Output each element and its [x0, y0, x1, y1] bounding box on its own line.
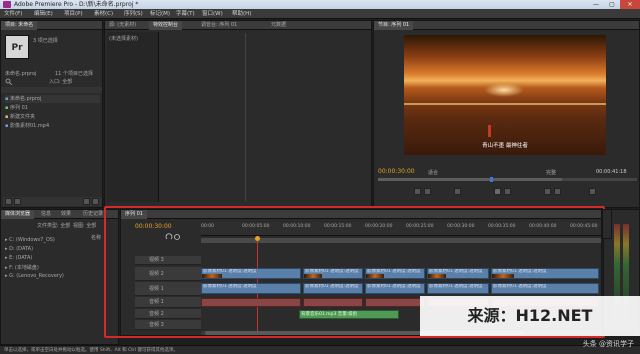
- trash-icon[interactable]: [92, 198, 99, 205]
- playback-quality-select[interactable]: 完整: [546, 169, 556, 176]
- horizon-glow: [404, 103, 606, 105]
- selection-info: 3 项已选择: [33, 38, 58, 44]
- window-title: Adobe Premiere Pro - D:\新\未命名.prproj *: [14, 1, 139, 8]
- maximize-button[interactable]: ▢: [604, 0, 620, 9]
- menu-file[interactable]: 文件(F): [4, 9, 22, 19]
- project-item-label: 序列 01: [9, 105, 28, 111]
- menu-window[interactable]: 窗口(W): [202, 9, 223, 19]
- lift-icon[interactable]: [544, 188, 551, 195]
- drive-item[interactable]: ▸ F: (本地磁盘): [5, 264, 39, 271]
- program-timecode-current[interactable]: 00:00:30:00: [378, 168, 415, 175]
- watermark-brand: 来源：H12.NET: [467, 306, 593, 325]
- menu-edit[interactable]: 编辑(E): [34, 9, 53, 19]
- menu-sequence[interactable]: 序列(S): [124, 9, 143, 19]
- icon-view-icon[interactable]: [14, 198, 21, 205]
- menu-clip[interactable]: 素材(C): [94, 9, 113, 19]
- media-tab-bar: 媒体浏览器 信息 效果 历史记录: [1, 210, 118, 219]
- extract-icon[interactable]: [554, 188, 561, 195]
- drive-item[interactable]: ▸ E: (DATA): [5, 255, 32, 261]
- search-icon[interactable]: [5, 78, 19, 86]
- drive-item[interactable]: ▸ D: (DATA): [5, 246, 33, 252]
- menu-project[interactable]: 项目(P): [64, 9, 83, 19]
- mark-out-icon[interactable]: [424, 188, 431, 195]
- source-panel: 源: (无素材) 特效控制台 调音台: 序列 01 元数据 (未选择素材): [104, 20, 372, 208]
- effect-divider: [245, 33, 246, 201]
- premiere-app-icon: [3, 1, 11, 8]
- transport-controls: [414, 187, 604, 197]
- tab-source[interactable]: 源: (无素材): [105, 21, 140, 30]
- program-tab-bar: 节目: 序列 01: [374, 21, 639, 30]
- drive-label: D: (DATA): [9, 246, 34, 252]
- watermark-overlay: 来源：H12.NET: [420, 296, 640, 336]
- in-filter[interactable]: 入口: 全部: [49, 78, 72, 85]
- tab-effects[interactable]: 效果: [57, 210, 75, 219]
- tab-effect-controls[interactable]: 特效控制台: [149, 21, 183, 30]
- mark-in-icon[interactable]: [414, 188, 421, 195]
- source-tab-bar: 源: (无素材) 特效控制台 调音台: 序列 01 元数据: [105, 21, 371, 30]
- scrub-fill: [378, 178, 562, 181]
- program-monitor: 节目: 序列 01 青山不墨 最神往者 00:00:30:00 适合 完整 00…: [373, 20, 640, 208]
- tools-panel: [602, 209, 612, 239]
- play-icon[interactable]: [494, 188, 501, 195]
- drive-label: G: (Lenovo_Recovery): [9, 273, 64, 279]
- drive-item[interactable]: ▸ G: (Lenovo_Recovery): [5, 273, 64, 279]
- project-list-header: [1, 87, 102, 93]
- tab-history[interactable]: 历史记录: [79, 210, 107, 219]
- effect-list-column: (未选择素材): [107, 32, 159, 202]
- tab-program[interactable]: 节目: 序列 01: [374, 21, 414, 30]
- list-view-icon[interactable]: [5, 198, 12, 205]
- drive-label: E: (DATA): [9, 255, 33, 261]
- export-frame-icon[interactable]: [589, 188, 596, 195]
- new-item-icon[interactable]: [83, 198, 90, 205]
- project-panel: 项目: 未命名 Pr 3 项已选择 未命名.prproj 11 个项目已选择 入…: [0, 20, 103, 208]
- project-item[interactable]: ▪ 未命名.prproj: [5, 95, 100, 103]
- media-browser-panel: 媒体浏览器 信息 效果 历史记录 文件类型: 全部 视图: 全部 ▸ C: (W…: [0, 209, 119, 345]
- tab-audio-mixer[interactable]: 调音台: 序列 01: [197, 21, 241, 30]
- tab-media-browser[interactable]: 媒体浏览器: [1, 210, 35, 219]
- project-item-label: 新建文件夹: [9, 114, 35, 120]
- item-count-label: 11 个项目已选择: [55, 71, 93, 77]
- menu-bar: 文件(F) 编辑(E) 项目(P) 素材(C) 序列(S) 标记(M) 字幕(T…: [0, 9, 640, 19]
- video-preview: 青山不墨 最神往者: [404, 35, 606, 155]
- program-timecode-duration: 00:00:41:18: [596, 169, 627, 175]
- drive-item[interactable]: ▸ C: (Windows7_OS): [5, 237, 55, 243]
- watermark-corner: 头条 @资讯学子: [582, 340, 634, 348]
- project-item[interactable]: ▪ 新建文件夹: [5, 113, 35, 120]
- playhead-marker[interactable]: [490, 177, 493, 182]
- project-item-label: 未命名.prproj: [9, 96, 42, 102]
- window-titlebar: Adobe Premiere Pro - D:\新\未命名.prproj * —…: [0, 0, 640, 9]
- zoom-fit-select[interactable]: 适合: [428, 169, 438, 176]
- step-forward-icon[interactable]: [504, 188, 511, 195]
- video-subtitle: 青山不墨 最神往者: [482, 143, 528, 149]
- menu-marker[interactable]: 标记(M): [150, 9, 170, 19]
- menu-title[interactable]: 字幕(T): [176, 9, 195, 19]
- name-column-header[interactable]: 名称: [91, 234, 101, 241]
- project-item[interactable]: ▪ 影像素材01.mp4: [5, 122, 49, 129]
- program-scrub-bar[interactable]: [378, 177, 637, 182]
- tab-info[interactable]: 信息: [37, 210, 55, 219]
- view-filter[interactable]: 视图: 全部: [73, 222, 96, 229]
- file-type-filter[interactable]: 文件类型: 全部: [37, 222, 70, 229]
- project-thumbnail: Pr: [5, 35, 29, 59]
- project-tab-bar: 项目: 未命名: [1, 21, 102, 30]
- step-back-icon[interactable]: [454, 188, 461, 195]
- drive-label: C: (Windows7_OS): [9, 237, 55, 243]
- project-footer-toolbar: [3, 197, 102, 206]
- menu-help[interactable]: 帮助(H): [232, 9, 251, 19]
- minimize-button[interactable]: —: [588, 0, 604, 9]
- sun-glow: [484, 83, 524, 97]
- no-clip-label: (未选择素材): [109, 36, 138, 42]
- tab-metadata[interactable]: 元数据: [267, 21, 290, 30]
- drive-label: F: (本地磁盘): [9, 265, 39, 271]
- tab-project[interactable]: 项目: 未命名: [1, 21, 38, 30]
- project-item-label: 影像素材01.mp4: [9, 123, 50, 129]
- close-button[interactable]: ✕: [620, 0, 640, 9]
- project-item[interactable]: ▪ 序列 01: [5, 104, 28, 111]
- status-text: 单击以选择，或单击空白处并拖动以框选。使用 Shift、Alt 和 Ctrl 键…: [4, 348, 179, 353]
- project-name-label: 未命名.prproj: [5, 71, 37, 77]
- figure-silhouette: [488, 125, 491, 137]
